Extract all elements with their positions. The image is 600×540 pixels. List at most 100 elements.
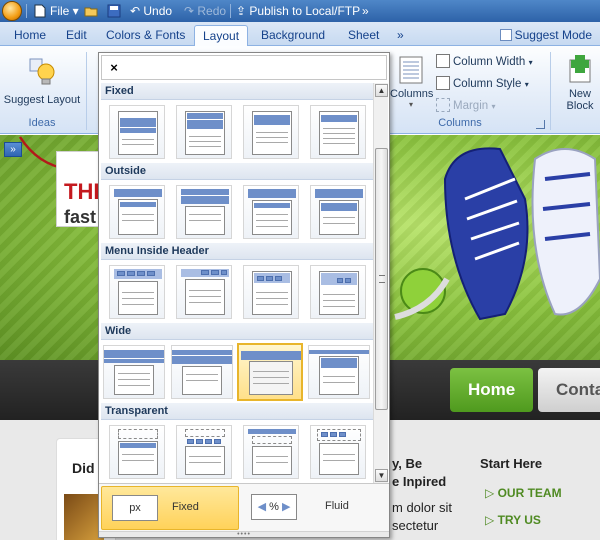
suggest-mode-toggle[interactable]: Suggest Mode xyxy=(499,26,592,44)
nav-home-button[interactable]: Home xyxy=(450,368,534,412)
toolbar-separator xyxy=(230,4,231,18)
layout-thumb-fixed-3[interactable] xyxy=(243,105,299,159)
layout-thumb-outside-3[interactable] xyxy=(243,185,299,239)
try-us-link[interactable]: ▷ TRY US xyxy=(485,513,541,527)
thumb-line xyxy=(118,385,150,386)
file-menu-button[interactable]: File ▾ xyxy=(50,3,79,19)
thumb-line xyxy=(256,214,288,215)
thumb-line xyxy=(189,302,221,303)
layout-thumb-transparent-3[interactable] xyxy=(243,425,299,479)
open-folder-icon[interactable] xyxy=(84,4,98,18)
fixed-label: Fixed xyxy=(172,501,199,513)
column-width-button[interactable]: Column Width ▾ xyxy=(436,54,533,68)
thumb-line xyxy=(323,306,355,307)
layout-thumb-wide-1[interactable] xyxy=(103,345,165,399)
toolbar-overflow-button[interactable]: » xyxy=(362,3,369,19)
tab-home[interactable]: Home xyxy=(6,25,54,46)
tab-edit[interactable]: Edit xyxy=(58,25,95,46)
redo-button[interactable]: ↷ Redo xyxy=(184,3,226,19)
layout-thumb-menu-inside-1[interactable] xyxy=(109,265,165,319)
layout-thumb-fixed-4[interactable] xyxy=(310,105,366,159)
thumb-header xyxy=(254,115,290,125)
tab-colors-fonts[interactable]: Colors & Fonts xyxy=(98,25,193,46)
thumb-menu-item xyxy=(201,270,209,275)
chevron-right-icon: ▷ xyxy=(485,486,498,500)
layout-thumb-wide-4[interactable] xyxy=(308,345,370,399)
thumb-menu-item xyxy=(275,276,282,281)
thumb-line xyxy=(256,226,288,227)
layout-thumb-menu-inside-4[interactable] xyxy=(310,265,366,319)
layout-thumb-fixed-1[interactable] xyxy=(109,105,165,159)
thumb-line xyxy=(323,460,355,461)
thumb-menu-item xyxy=(187,439,194,444)
columns-label: Columns xyxy=(390,88,434,100)
thumb-header xyxy=(104,350,164,358)
section-header-outside: Outside xyxy=(101,163,374,180)
layout-thumb-menu-inside-2[interactable] xyxy=(176,265,232,319)
layout-thumb-outside-4[interactable] xyxy=(310,185,366,239)
app-menu-button[interactable] xyxy=(2,1,22,21)
layout-thumb-menu-inside-3[interactable] xyxy=(243,265,299,319)
layout-thumb-fixed-2[interactable] xyxy=(176,105,232,159)
thumb-line xyxy=(253,383,289,384)
nav-contact-button[interactable]: Conta xyxy=(538,368,600,412)
scrollbar-thumb[interactable] xyxy=(375,148,388,410)
margin-label: Margin xyxy=(453,100,489,112)
margin-button[interactable]: Margin ▾ xyxy=(436,98,496,112)
column-style-icon xyxy=(436,76,450,90)
scroll-up-arrow-icon[interactable]: ▲ xyxy=(375,84,388,97)
suggest-layout-button[interactable]: Suggest Layout xyxy=(0,54,84,114)
suggest-mode-checkbox[interactable] xyxy=(499,29,512,41)
column-width-label: Column Width xyxy=(453,56,526,68)
layout-thumb-outside-2[interactable] xyxy=(176,185,232,239)
resize-grip-icon[interactable]: •••• xyxy=(99,531,389,538)
layout-thumb-outside-1[interactable] xyxy=(109,185,165,239)
thumb-line xyxy=(122,460,154,461)
tab-background[interactable]: Background xyxy=(253,25,333,46)
layout-thumb-transparent-1[interactable] xyxy=(109,425,165,479)
thumb-banner xyxy=(321,203,357,211)
thumb-header xyxy=(114,189,162,197)
thumb-menu-item xyxy=(257,276,264,281)
file-menu-label: File xyxy=(50,4,70,18)
save-icon[interactable] xyxy=(107,4,121,18)
column-style-button[interactable]: Column Style ▾ xyxy=(436,76,529,90)
thumb-line xyxy=(256,292,288,293)
scroll-down-arrow-icon[interactable]: ▼ xyxy=(375,469,388,482)
thumb-line xyxy=(118,373,150,374)
publish-button[interactable]: ⇪ Publish to Local/FTP xyxy=(236,3,360,19)
layout-thumb-transparent-2[interactable] xyxy=(176,425,232,479)
tab-sheet[interactable]: Sheet xyxy=(340,25,387,46)
layout-gallery-dropdown: × Fixed Outside Menu Inside Header Wide … xyxy=(98,52,390,538)
thumb-menu-item xyxy=(345,278,351,283)
percent-unit-box: ◀ % ▶ xyxy=(251,494,297,520)
lightbulb-icon xyxy=(29,58,55,85)
mid-heading-line1: y, Be xyxy=(392,456,423,471)
columns-button[interactable]: Columns ▾ xyxy=(390,56,434,116)
thumb-line xyxy=(189,290,221,291)
dialog-launcher-icon[interactable] xyxy=(536,120,545,129)
thumb-line xyxy=(323,294,355,295)
chevron-down-icon: ▾ xyxy=(528,58,533,67)
layout-thumb-wide-2[interactable] xyxy=(171,345,233,399)
fixed-width-option[interactable]: px Fixed xyxy=(101,486,239,530)
new-block-button[interactable]: New Block xyxy=(560,54,600,112)
undo-button[interactable]: ↶ Undo xyxy=(130,3,172,19)
thumb-menu-item xyxy=(137,271,145,276)
thumb-line xyxy=(323,223,355,224)
thumb-line xyxy=(253,377,289,378)
section-header-fixed: Fixed xyxy=(101,83,374,100)
layout-thumb-wide-3[interactable] xyxy=(237,343,303,401)
layout-thumb-transparent-4[interactable] xyxy=(310,425,366,479)
tab-layout[interactable]: Layout xyxy=(194,25,249,46)
our-team-link[interactable]: ▷ OUR TEAM xyxy=(485,486,562,500)
gallery-scrollbar[interactable]: ▲ ▼ xyxy=(373,83,388,483)
thumb-menu xyxy=(254,203,290,208)
thumb-line xyxy=(189,141,221,142)
thumb-line xyxy=(189,146,221,147)
fluid-width-option[interactable]: ◀ % ▶ Fluid xyxy=(249,486,385,530)
thumb-line xyxy=(122,292,154,293)
mid-heading-line2: e Inpired xyxy=(392,474,447,489)
close-icon[interactable]: × xyxy=(106,60,122,76)
tab-overflow[interactable]: » xyxy=(389,25,412,46)
